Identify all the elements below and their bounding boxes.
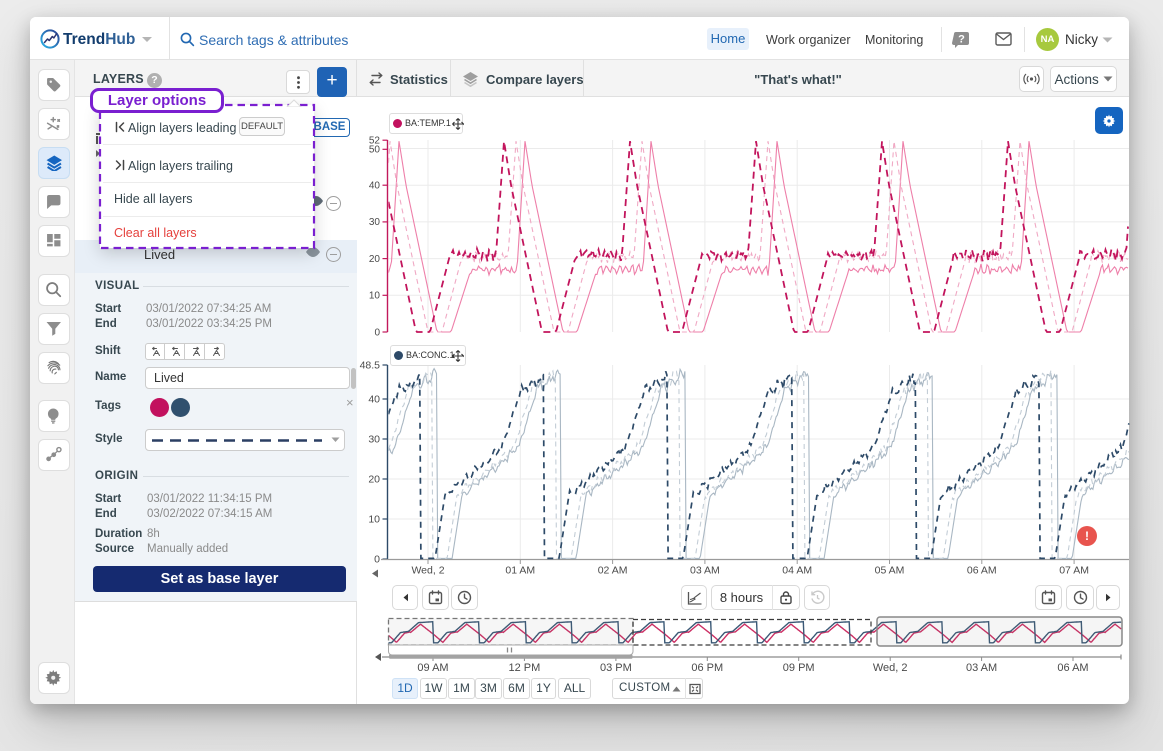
svg-text:12 PM: 12 PM	[509, 662, 541, 674]
svg-text:40: 40	[369, 181, 381, 192]
svg-text:20: 20	[368, 473, 380, 485]
svg-text:03 AM: 03 AM	[966, 662, 997, 674]
svg-text:06 PM: 06 PM	[691, 662, 723, 674]
svg-text:?: ?	[958, 34, 965, 46]
svg-text:0: 0	[374, 553, 380, 565]
svg-text:10: 10	[368, 513, 380, 525]
svg-text:50: 50	[369, 145, 381, 156]
svg-text:Wed, 2: Wed, 2	[411, 565, 444, 577]
svg-text:40: 40	[368, 393, 380, 405]
svg-text:03 AM: 03 AM	[690, 565, 720, 577]
svg-text:01 AM: 01 AM	[505, 565, 535, 577]
svg-text:05 AM: 05 AM	[875, 565, 905, 577]
svg-text:06 AM: 06 AM	[967, 565, 997, 577]
svg-text:04 AM: 04 AM	[782, 565, 812, 577]
svg-text:20: 20	[369, 254, 381, 265]
svg-text:30: 30	[369, 217, 381, 228]
svg-text:07 AM: 07 AM	[1059, 565, 1089, 577]
svg-text:0: 0	[374, 327, 380, 338]
svg-text:09 PM: 09 PM	[783, 662, 815, 674]
svg-text:10: 10	[369, 291, 381, 302]
svg-text:30: 30	[368, 433, 380, 445]
svg-text:09 AM: 09 AM	[417, 662, 448, 674]
svg-text:02 AM: 02 AM	[598, 565, 628, 577]
svg-text:48.5: 48.5	[360, 359, 381, 371]
svg-text:03 PM: 03 PM	[600, 662, 632, 674]
svg-text:Wed, 2: Wed, 2	[873, 662, 908, 674]
svg-text:06 AM: 06 AM	[1057, 662, 1088, 674]
